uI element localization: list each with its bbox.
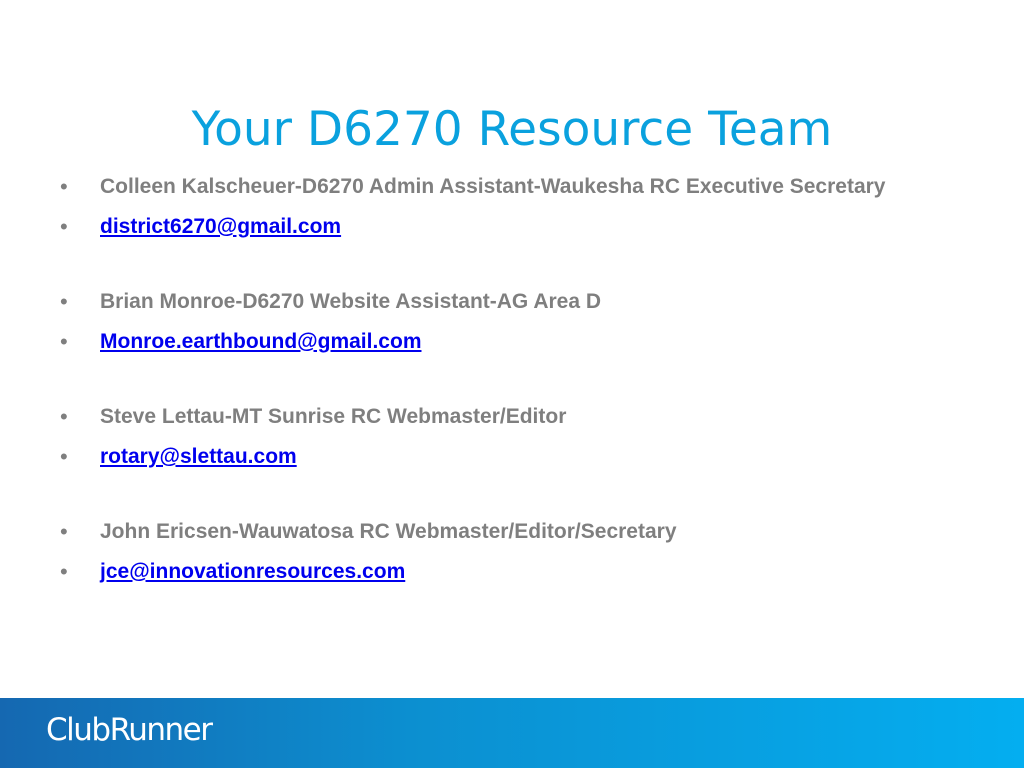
bullet-icon: • [60, 559, 68, 584]
contact-description: Steve Lettau-MT Sunrise RC Webmaster/Edi… [100, 405, 567, 428]
list-item: • Monroe.earthbound@gmail.com [56, 325, 936, 359]
list-item: • Steve Lettau-MT Sunrise RC Webmaster/E… [56, 400, 936, 434]
bullet-icon: • [60, 519, 68, 544]
list-item: • jce@innovationresources.com [56, 555, 936, 589]
bullet-icon: • [60, 174, 68, 199]
contact-description: John Ericsen-Wauwatosa RC Webmaster/Edit… [100, 520, 677, 543]
list-item: • district6270@gmail.com [56, 210, 936, 244]
contact-description: Colleen Kalscheuer-D6270 Admin Assistant… [100, 175, 886, 198]
list-item: • John Ericsen-Wauwatosa RC Webmaster/Ed… [56, 515, 936, 549]
list-item: • Brian Monroe-D6270 Website Assistant-A… [56, 285, 936, 319]
email-link[interactable]: jce@innovationresources.com [100, 560, 405, 583]
bullet-icon: • [60, 329, 68, 354]
contact-list: • Colleen Kalscheuer-D6270 Admin Assista… [56, 170, 936, 595]
contact-description: Brian Monroe-D6270 Website Assistant-AG … [100, 290, 602, 313]
slide-title: Your D6270 Resource Team [191, 102, 833, 158]
bullet-icon: • [60, 289, 68, 314]
bullet-icon: • [60, 444, 68, 469]
email-link[interactable]: district6270@gmail.com [100, 215, 341, 238]
list-item: • Colleen Kalscheuer-D6270 Admin Assista… [56, 170, 936, 204]
clubrunner-logo: ClubRunner [46, 712, 213, 748]
bullet-icon: • [60, 404, 68, 429]
email-link[interactable]: Monroe.earthbound@gmail.com [100, 330, 422, 353]
email-link[interactable]: rotary@slettau.com [100, 445, 297, 468]
bullet-icon: • [60, 214, 68, 239]
list-item: • rotary@slettau.com [56, 440, 936, 474]
footer-bar: ClubRunner [0, 698, 1024, 768]
